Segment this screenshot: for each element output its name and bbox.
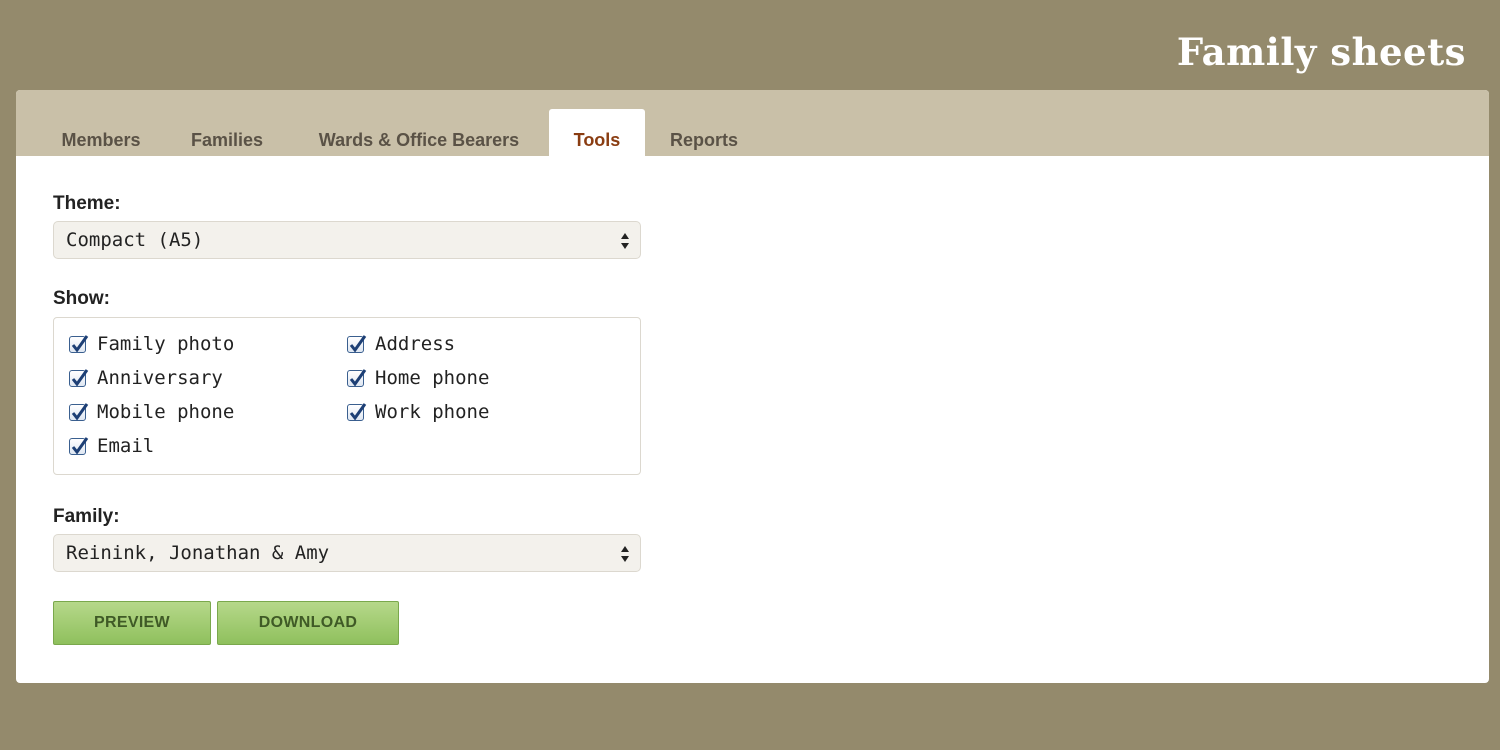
theme-select[interactable]: Compact (A5) <box>53 221 641 259</box>
up-down-arrows-icon <box>621 546 629 562</box>
tab-tools[interactable]: Tools <box>549 109 645 156</box>
checkmark-icon <box>349 368 367 386</box>
download-button[interactable]: DOWNLOAD <box>217 601 399 645</box>
tab-members[interactable]: Members <box>48 109 154 156</box>
checkbox-label: Home phone <box>375 367 490 389</box>
up-down-arrows-icon <box>621 233 629 249</box>
checkbox-label: Address <box>375 333 456 355</box>
checkbox-anniversary[interactable]: Anniversary <box>69 366 223 390</box>
checkbox-family-photo[interactable]: Family photo <box>69 332 234 356</box>
checkbox-work-phone[interactable]: Work phone <box>347 400 489 424</box>
checkbox-email[interactable]: Email <box>69 434 154 458</box>
checkmark-icon <box>349 402 367 420</box>
checkbox-label: Email <box>97 435 155 457</box>
checkbox-label: Family photo <box>97 333 235 355</box>
checkbox-label: Work phone <box>375 401 490 423</box>
show-label: Show: <box>53 288 110 309</box>
checkbox-address[interactable]: Address <box>347 332 455 356</box>
show-options-box: Family photo Address Anniversary Home ph… <box>53 317 641 475</box>
tab-wards-office-bearers[interactable]: Wards & Office Bearers <box>299 109 539 156</box>
checkmark-icon <box>71 402 89 420</box>
checkbox-mobile-phone[interactable]: Mobile phone <box>69 400 234 424</box>
checkbox-home-phone[interactable]: Home phone <box>347 366 489 390</box>
tab-bar: Members Families Wards & Office Bearers … <box>16 90 1489 156</box>
checkmark-icon <box>71 436 89 454</box>
family-select[interactable]: Reinink, Jonathan & Amy <box>53 534 641 572</box>
page-title: Family sheets <box>1176 30 1466 74</box>
checkmark-icon <box>71 368 89 386</box>
checkmark-icon <box>349 334 367 352</box>
theme-label: Theme: <box>53 193 121 214</box>
checkmark-icon <box>71 334 89 352</box>
checkbox-label: Mobile phone <box>97 401 235 423</box>
family-label: Family: <box>53 506 120 527</box>
preview-button[interactable]: PREVIEW <box>53 601 211 645</box>
theme-select-value: Compact (A5) <box>66 229 204 251</box>
tab-families[interactable]: Families <box>177 109 277 156</box>
family-select-value: Reinink, Jonathan & Amy <box>66 542 330 564</box>
checkbox-label: Anniversary <box>97 367 223 389</box>
tab-reports[interactable]: Reports <box>656 109 752 156</box>
main-panel: Members Families Wards & Office Bearers … <box>16 90 1489 683</box>
